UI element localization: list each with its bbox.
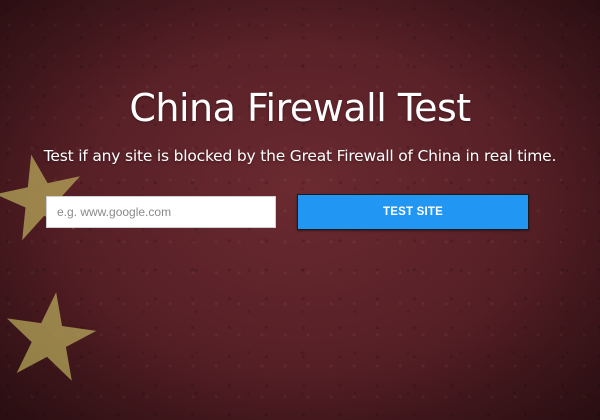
page-subtitle: Test if any site is blocked by the Great… [43,147,557,165]
flag-star-icon [6,292,97,381]
site-url-input[interactable] [46,196,276,228]
test-site-button[interactable]: TEST SITE [297,194,529,230]
page-title: China Firewall Test [129,86,471,130]
